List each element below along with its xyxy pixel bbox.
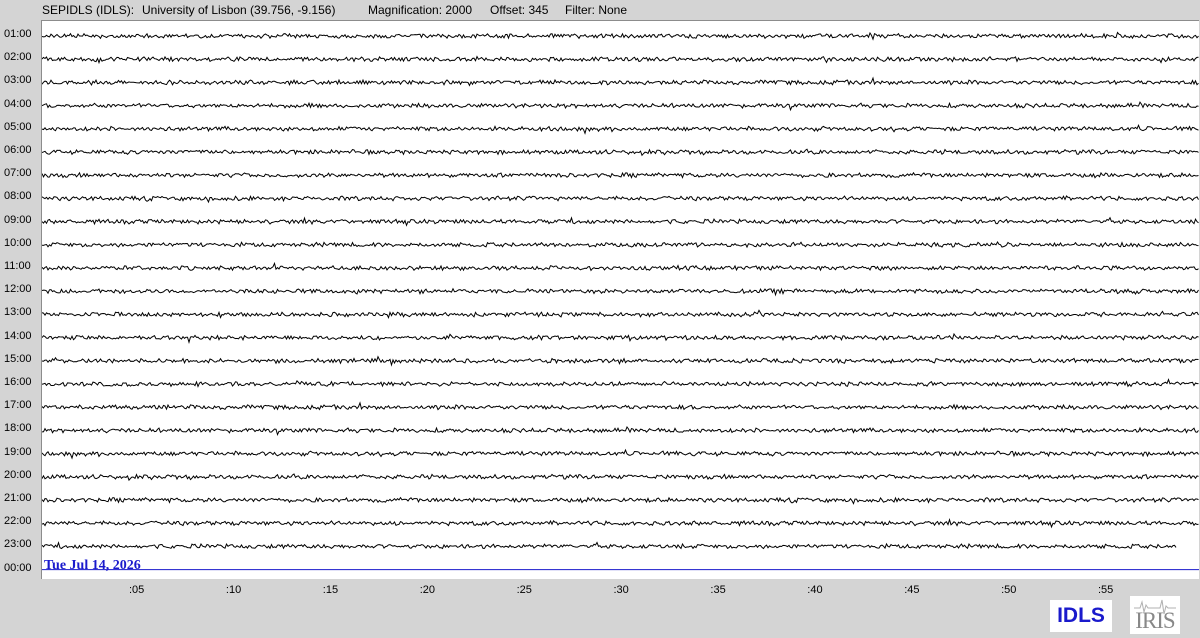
station-location: University of Lisbon (39.756, -9.156) [142, 3, 336, 17]
minute-label: :10 [225, 584, 242, 596]
hour-label: 04:00 [4, 97, 32, 110]
trace-line [42, 378, 1199, 388]
trace-line [42, 31, 1199, 41]
date-label: Tue Jul 14, 2026 [44, 558, 141, 573]
trace-line [42, 287, 1199, 297]
trace-line [42, 148, 1199, 157]
hour-label: 09:00 [4, 213, 32, 226]
hour-label: 10:00 [4, 236, 32, 249]
trace-line [42, 261, 1199, 272]
trace-line [42, 425, 1199, 437]
trace-line [42, 124, 1199, 135]
minute-label: :05 [129, 584, 145, 596]
trace-line [42, 195, 1199, 204]
hour-label: 03:00 [4, 74, 32, 87]
minute-label: :35 [710, 584, 726, 596]
iris-logo-text: IRIS [1135, 608, 1175, 633]
magnification-value: Magnification: 2000 [368, 3, 473, 17]
trace-line [42, 496, 1199, 505]
hour-label: 15:00 [4, 352, 32, 365]
minute-label: :45 [904, 584, 920, 596]
hour-label: 07:00 [4, 167, 32, 180]
trace-line [42, 473, 1199, 482]
trace-line [42, 76, 1199, 87]
trace-line [42, 401, 1199, 411]
trace-line [42, 448, 1199, 460]
trace-line [42, 541, 1177, 550]
hour-label: 02:00 [4, 51, 32, 64]
hour-label: 14:00 [4, 329, 32, 342]
minute-label: :25 [516, 584, 532, 596]
hour-label: 20:00 [4, 468, 32, 481]
trace-line [42, 55, 1199, 65]
idls-logo: IDLS [1050, 600, 1112, 632]
trace-line [42, 241, 1199, 249]
offset-value: Offset: 345 [490, 3, 549, 17]
minute-label: :50 [1001, 584, 1017, 596]
hour-label: 17:00 [4, 399, 32, 412]
hour-label: 21:00 [4, 492, 32, 504]
minute-label: :15 [322, 584, 339, 596]
station-header: SEPIDLS (IDLS): University of Lisbon (39… [0, 0, 1200, 20]
hour-label: 22:00 [4, 515, 32, 528]
minute-label: :30 [613, 584, 629, 596]
trace-line [42, 309, 1199, 319]
hour-label: 00:00 [4, 561, 32, 574]
seismogram-plot [41, 20, 1199, 579]
hour-label: 12:00 [4, 283, 32, 296]
trace-line [42, 171, 1199, 179]
hour-label: 23:00 [4, 538, 32, 551]
hour-label: 11:00 [4, 260, 31, 272]
hour-label: 13:00 [4, 306, 32, 319]
hour-label: 01:00 [4, 28, 32, 40]
trace-line [42, 332, 1199, 344]
minute-label: :55 [1098, 584, 1114, 596]
seismogram-traces [42, 31, 1199, 571]
trace-line [42, 517, 1199, 529]
station-code: SEPIDLS (IDLS): [42, 3, 135, 17]
hour-label: 16:00 [4, 376, 32, 388]
hour-label: 08:00 [4, 190, 32, 203]
hour-label: 18:00 [4, 422, 32, 435]
filter-value: Filter: None [565, 3, 628, 17]
minute-label: :20 [419, 584, 435, 596]
minute-label: :40 [807, 584, 823, 596]
trace-line [42, 216, 1199, 227]
hour-label: 06:00 [4, 144, 32, 156]
hour-label: 05:00 [4, 120, 32, 133]
trace-line [42, 101, 1199, 112]
trace-line [42, 355, 1199, 367]
iris-logo: IRIS [1130, 596, 1180, 634]
hour-label: 19:00 [4, 445, 32, 458]
